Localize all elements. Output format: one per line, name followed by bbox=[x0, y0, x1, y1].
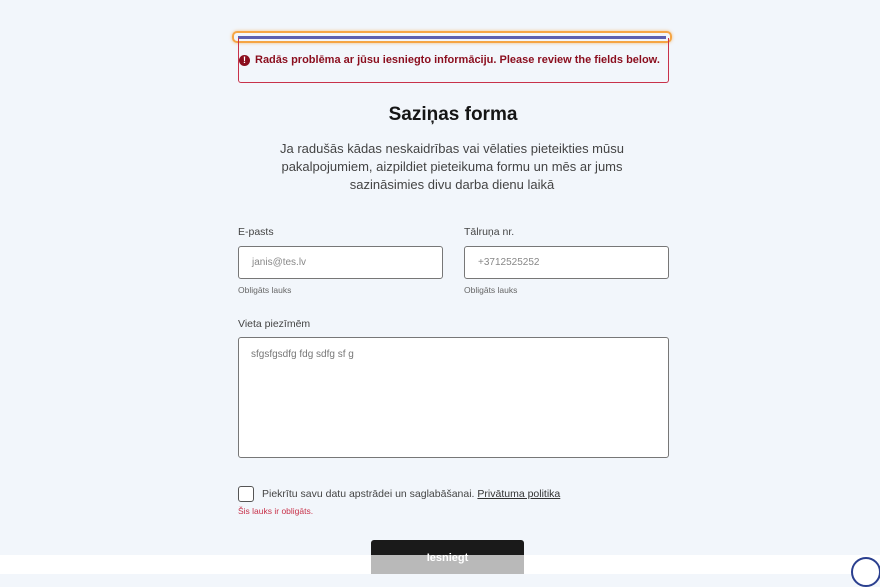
email-label: E-pasts bbox=[238, 226, 274, 238]
submit-button-label: Iesniegt bbox=[426, 552, 469, 564]
email-help: Obligāts lauks bbox=[238, 285, 292, 295]
form-title: Saziņas forma bbox=[388, 104, 518, 125]
submit-button[interactable]: Iesniegt bbox=[371, 540, 524, 574]
notes-label: Vieta piezīmēm bbox=[238, 318, 311, 330]
consent-checkbox[interactable] bbox=[238, 486, 254, 502]
notes-textarea[interactable]: sfgsfgsdfg fdg sdfg sf g bbox=[238, 337, 669, 458]
phone-help: Obligāts lauks bbox=[464, 285, 518, 295]
phone-field[interactable]: +3712525252 bbox=[464, 246, 669, 279]
error-alert-message: Radās problēma ar jūsu iesniegto informā… bbox=[255, 54, 660, 66]
consent-label: Piekrītu savu datu apstrādei un saglabāš… bbox=[262, 488, 475, 500]
consent-text: Piekrītu savu datu apstrādei un saglabāš… bbox=[262, 488, 560, 500]
phone-label: Tālruņa nr. bbox=[464, 226, 515, 238]
exclamation-circle-icon: ! bbox=[239, 55, 250, 66]
form-intro: Ja radušās kādas neskaidrības vai vēlati… bbox=[280, 141, 624, 192]
chat-help-icon[interactable] bbox=[851, 557, 880, 587]
privacy-policy-link[interactable]: Privātuma politika bbox=[477, 488, 560, 500]
email-field[interactable]: janis@tes.lv bbox=[238, 246, 443, 279]
consent-error: Šis lauks ir obligāts. bbox=[238, 506, 314, 516]
